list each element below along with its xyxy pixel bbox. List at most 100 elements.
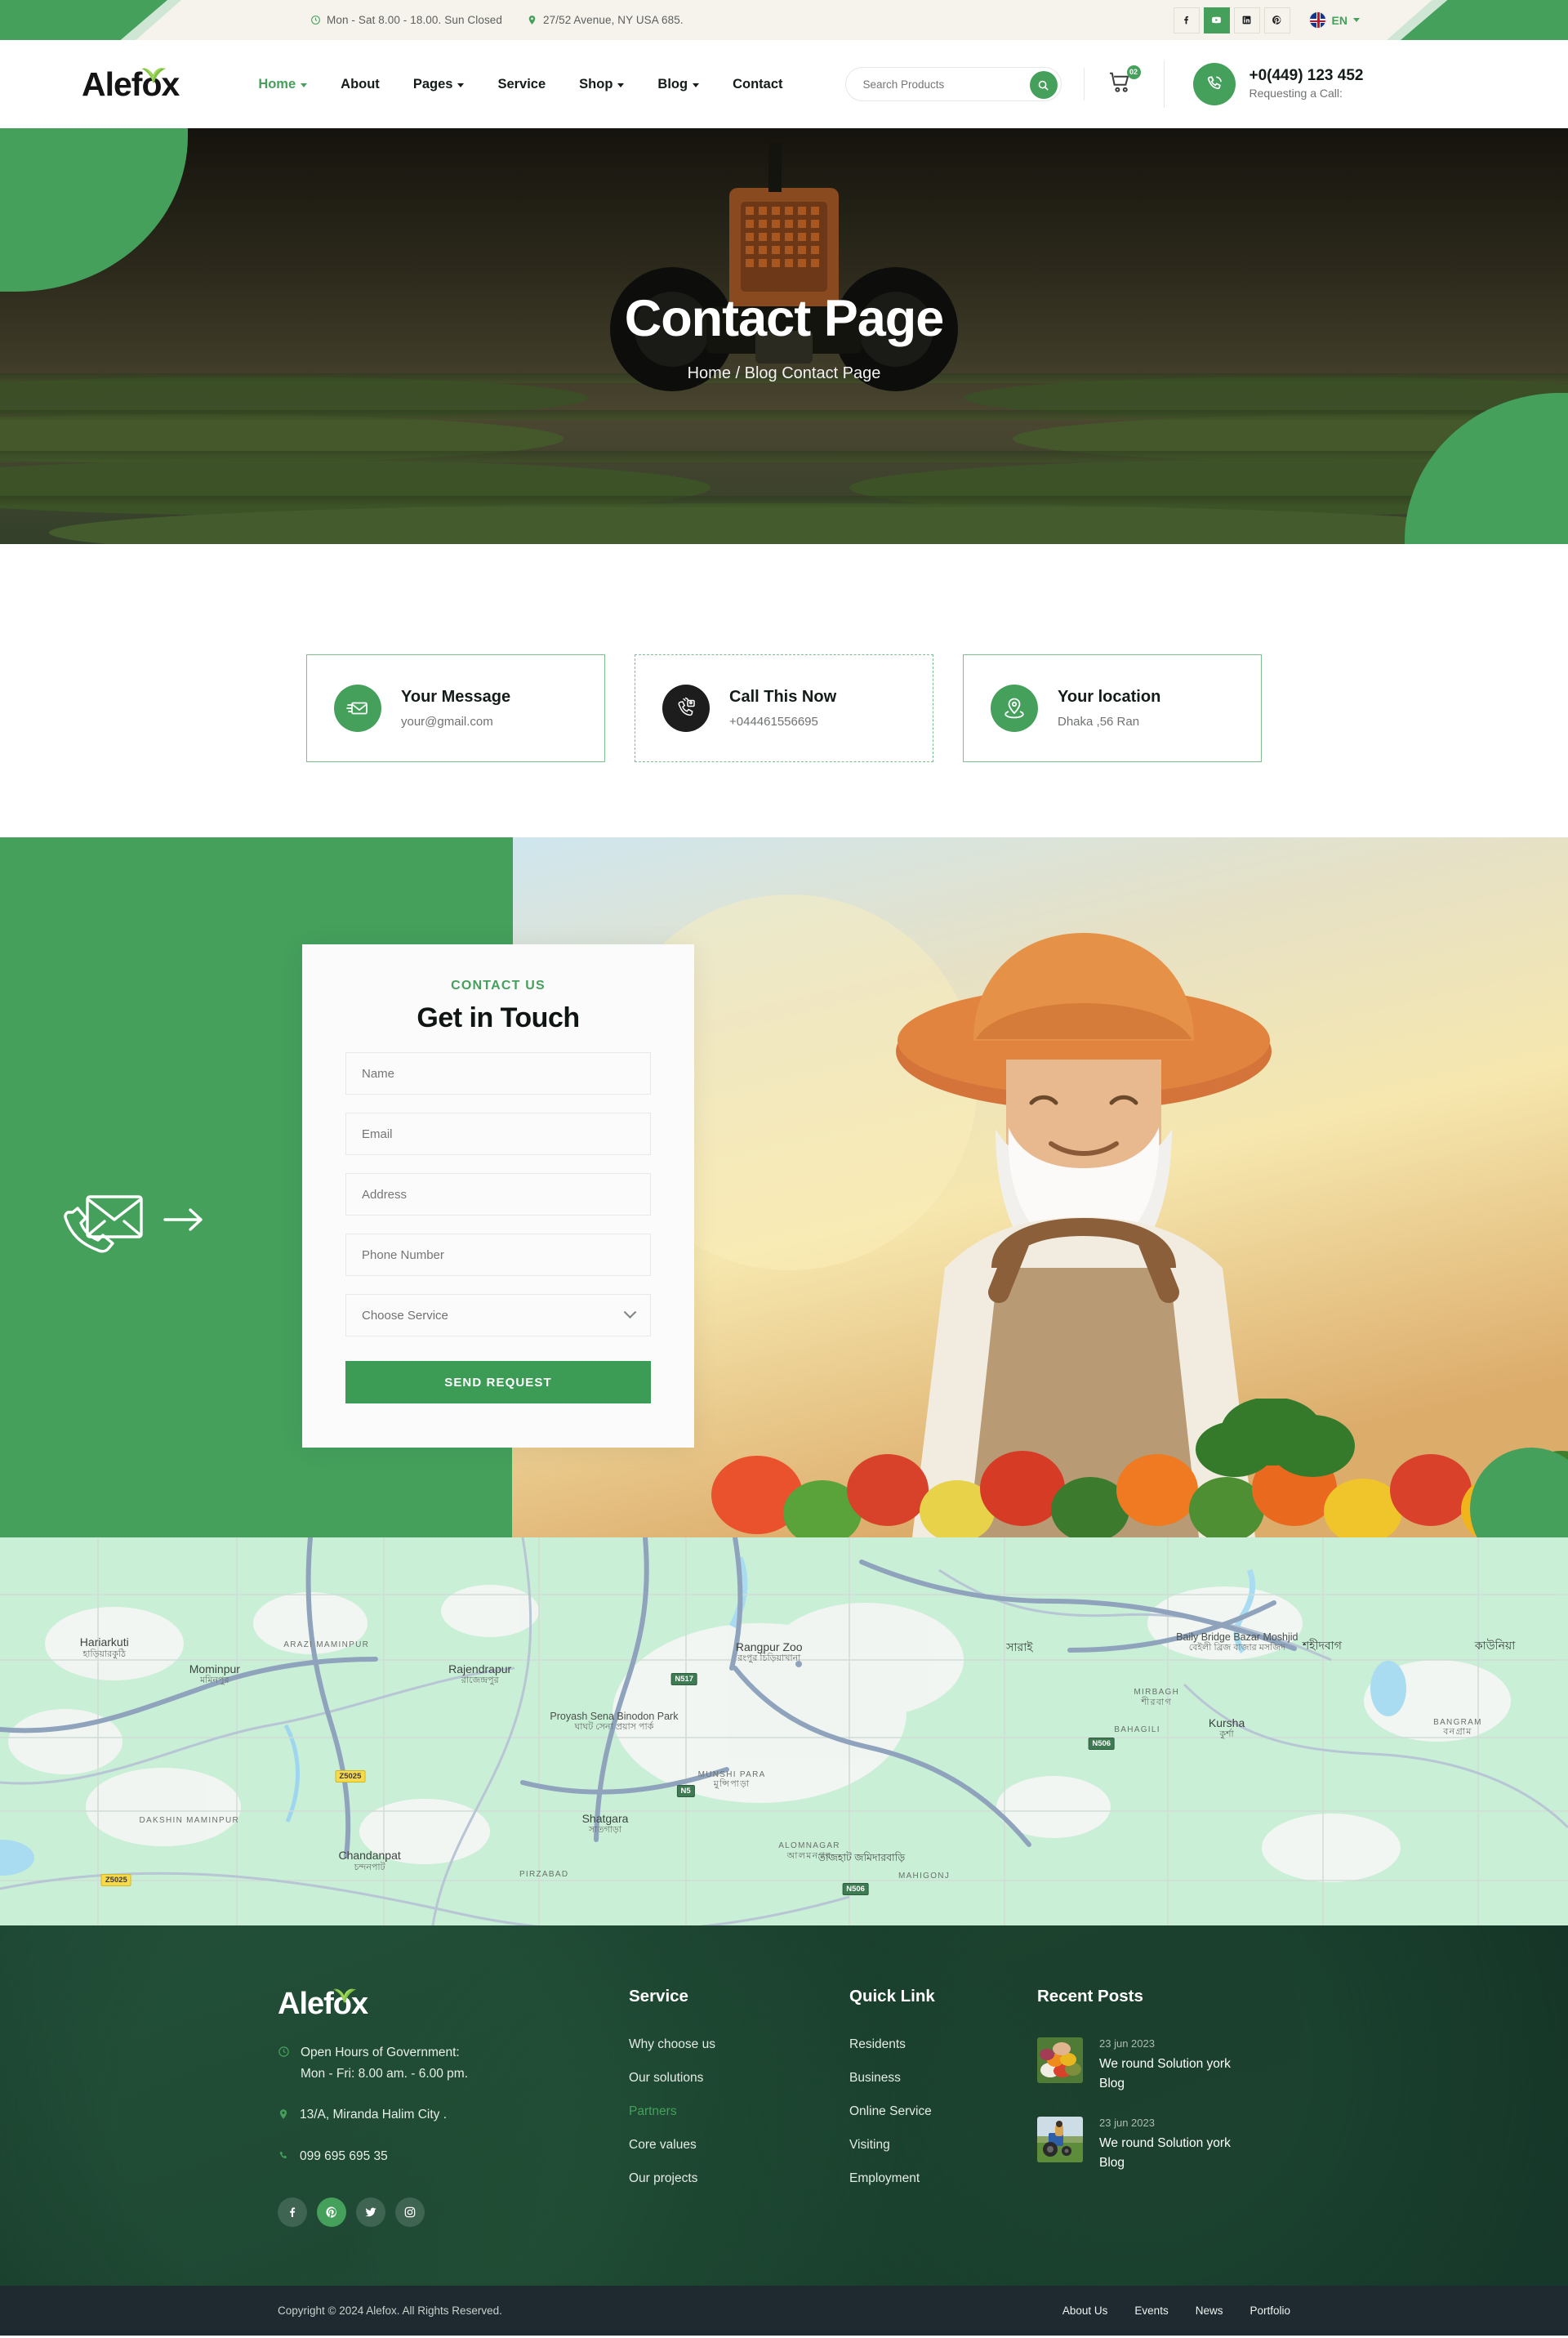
address-field[interactable] [362,1187,635,1202]
footer-link-visiting[interactable]: Visiting [849,2138,1037,2153]
footer-link-partners[interactable]: Partners [629,2104,849,2119]
footer-bottom-links: About Us Events News Portfolio [1062,2305,1290,2317]
bottom-link-events[interactable]: Events [1134,2305,1168,2317]
info-card-message[interactable]: Your Message your@gmail.com [306,654,605,762]
map-road-shield: N517 [670,1673,698,1686]
search-input[interactable] [862,78,1002,91]
pinterest-icon[interactable] [317,2197,346,2228]
map-place-label: BANGRAM বনগ্রাম [1433,1717,1482,1738]
footer-hours-value: Mon - Fri: 8.00 am. - 6.00 pm. [301,2066,469,2081]
footer-logo[interactable]: Alefox [278,1987,368,2022]
contact-form: CONTACT US Get in Touch Choose Service S… [302,944,694,1448]
service-select-label: Choose Service [362,1308,448,1323]
nav-label: Blog [657,76,688,91]
map-place-label: Rangpur Zoo রংপুর চিড়িয়াখানা [735,1640,803,1664]
map-road-shield: N5 [676,1784,695,1797]
footer-link-business[interactable]: Business [849,2071,1037,2086]
service-select[interactable]: Choose Service [345,1294,651,1336]
footer-link-residents[interactable]: Residents [849,2037,1037,2052]
post-date: 23 jun 2023 [1099,2117,1155,2130]
email-field[interactable] [362,1127,635,1141]
map-place-label: PIRZABAD [519,1869,569,1879]
nav-item-about[interactable]: About [341,77,380,92]
footer-link-core-values[interactable]: Core values [629,2138,849,2153]
pinterest-icon[interactable] [1263,7,1290,33]
map-place-label: ARAZI MAMINPUR [283,1640,370,1649]
post-thumbnail-vegetables [1037,2037,1083,2083]
cart-button[interactable]: 02 [1107,65,1141,99]
footer-quicklink-column: Quick Link Residents Business Online Ser… [849,1987,1037,2227]
phone-icon [1192,63,1236,105]
name-field[interactable] [362,1066,635,1081]
footer-link-why-choose-us[interactable]: Why choose us [629,2037,849,2052]
youtube-icon[interactable] [1203,7,1230,33]
info-card-value: +044461556695 [729,715,818,729]
call-request-block[interactable]: +0(449) 123 452 Requesting a Call: [1192,63,1363,105]
map-place-label: MAHIGONJ [898,1871,951,1881]
linkedin-icon[interactable] [1233,7,1260,33]
footer-link-our-solutions[interactable]: Our solutions [629,2071,849,2086]
map-place-label: BAHAGILI [1114,1724,1160,1734]
location-map[interactable]: Hariarkuti হাড়িয়ারকুঠি Mominpur মমিনপুর AR… [0,1537,1568,1925]
map-road-shield: Z5025 [335,1769,366,1783]
nav-item-blog[interactable]: Blog [657,76,700,92]
nav-item-home[interactable]: Home [258,76,308,92]
phone-field[interactable] [362,1247,635,1262]
location-pin-icon [991,685,1038,732]
recent-post-item[interactable]: 23 jun 2023 We round Solution york Blog [1037,2037,1348,2094]
mail-call-illustration [61,1187,237,1265]
info-card-call[interactable]: Call This Now +044461556695 [635,654,933,762]
language-selector[interactable]: EN [1308,11,1360,29]
top-bar: Mon - Sat 8.00 - 18.00. Sun Closed 27/52… [0,0,1568,40]
map-place-label: MIRBAGH শীরবাগ [1134,1688,1180,1707]
map-place-label: Mominpur মমিনপুর [189,1662,240,1686]
facebook-icon[interactable] [278,2197,307,2228]
map-place-label: তাজহাট জমিদারবাড়ি [817,1852,906,1864]
footer-address: 13/A, Miranda Halim City . [278,2104,629,2126]
info-card-location[interactable]: Your location Dhaka ,56 Ran [963,654,1262,762]
search-button[interactable] [1029,71,1058,99]
bottom-link-portfolio[interactable]: Portfolio [1250,2305,1290,2317]
footer-link-online-service[interactable]: Online Service [849,2104,1037,2119]
footer-link-employment[interactable]: Employment [849,2171,1037,2186]
facebook-icon[interactable] [1173,7,1200,33]
bottom-link-about-us[interactable]: About Us [1062,2305,1108,2317]
copyright-bar: Copyright © 2024 Alefox. All Rights Rese… [0,2286,1568,2336]
info-card-title: Your location [1058,688,1161,706]
divider [1163,60,1165,108]
footer-hours: Open Hours of Government: Mon - Fri: 8.0… [278,2042,629,2084]
language-label: EN [1331,13,1348,27]
post-title: We round Solution york Blog [1099,2136,1231,2171]
nav-item-contact[interactable]: Contact [733,77,782,92]
footer-recent-posts-column: Recent Posts 23 jun 2023 We round Soluti… [1037,1987,1348,2227]
map-place-label: Proyash Sena Binodon Park ঘাঘট সেনা প্রয়… [550,1710,679,1733]
recent-post-item[interactable]: 23 jun 2023 We round Solution york Blog [1037,2117,1348,2173]
post-thumbnail-tractor [1037,2117,1083,2163]
opening-hours-text: Mon - Sat 8.00 - 18.00. Sun Closed [327,14,503,26]
footer-socials [278,2197,629,2228]
map-place-label: শহীদবাগ [1302,1639,1342,1653]
nav-label: Home [258,76,296,91]
footer-link-our-projects[interactable]: Our projects [629,2171,849,2186]
location-pin-icon [527,15,537,25]
footer-column-title: Service [629,1987,688,2006]
form-title: Get in Touch [416,1002,580,1033]
nav-label: Shop [579,76,613,91]
nav-item-service[interactable]: Service [497,77,546,92]
bottom-link-news[interactable]: News [1196,2305,1223,2317]
post-date: 23 jun 2023 [1099,2037,1155,2050]
twitter-icon[interactable] [356,2197,385,2228]
instagram-icon[interactable] [395,2197,425,2228]
map-place-label: Rajendrapur রাজেন্দ্রপুর [448,1662,512,1686]
site-footer: Alefox Open Hours of Government: Mon - F… [0,1925,1568,2336]
map-place-label: Chandanpat চন্দনপাট [338,1849,401,1872]
nav-item-shop[interactable]: Shop [579,76,625,92]
map-road-shield: N506 [842,1883,869,1896]
uk-flag-icon [1308,11,1326,29]
nav-item-pages[interactable]: Pages [413,77,465,92]
info-card-title: Your Message [401,688,511,706]
send-request-button[interactable]: SEND REQUEST [345,1361,651,1403]
brand-logo[interactable]: Alefox [82,65,180,104]
phone-field-wrap [345,1234,651,1276]
map-place-label: Shatgara সাতগাড়া [581,1811,629,1835]
